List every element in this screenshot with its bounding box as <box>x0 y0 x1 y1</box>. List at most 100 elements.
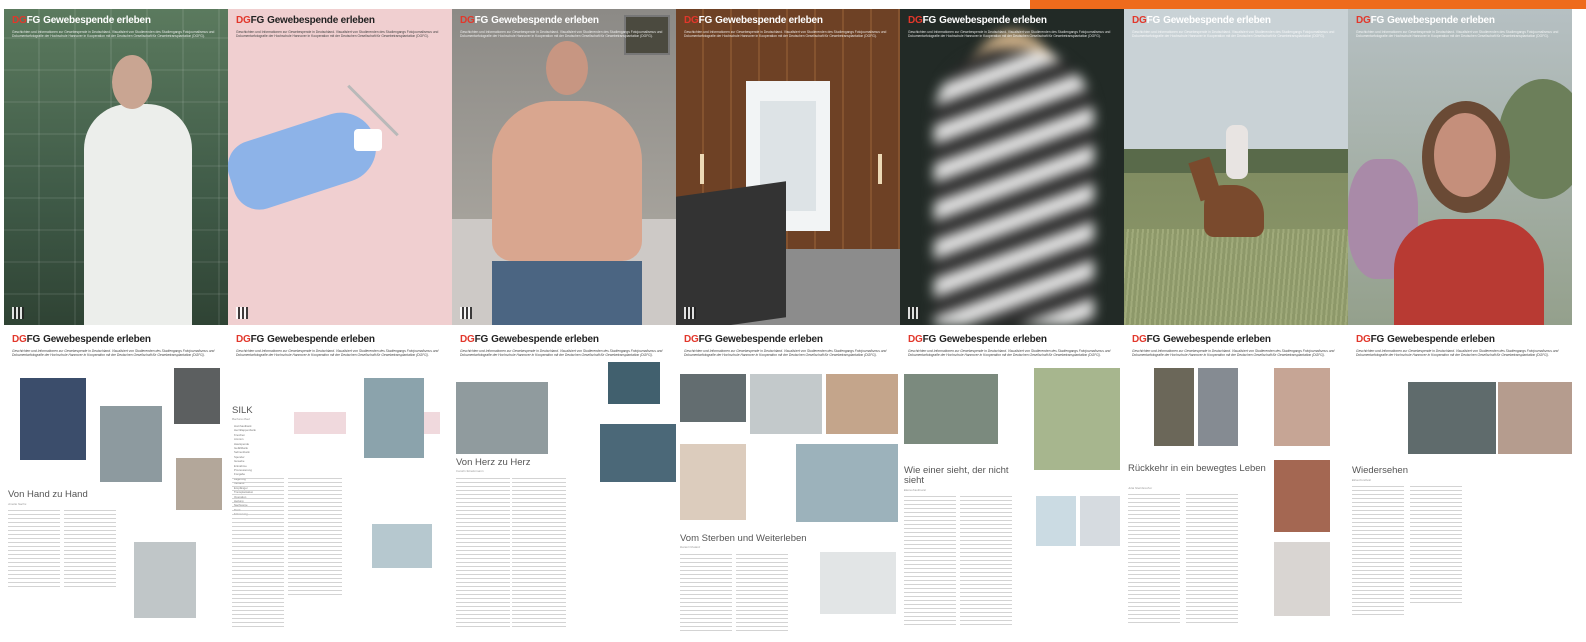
article-title: Wiedersehen <box>1352 465 1408 476</box>
article-body <box>232 478 284 628</box>
article-body <box>288 478 342 598</box>
accent-bar <box>1030 0 1586 9</box>
article-body <box>1128 494 1180 624</box>
article-photo <box>1080 496 1120 546</box>
article-title: Von Hand zu Hand <box>8 489 88 500</box>
article-page-4[interactable]: DGFG Gewebespende erleben Geschichten und… <box>676 328 900 642</box>
article-body <box>1186 494 1238 624</box>
article-photo <box>424 412 440 434</box>
article-body <box>1410 486 1462 606</box>
article-photo <box>680 444 746 520</box>
brand-header: DGFG Gewebespende erleben Geschichten und… <box>236 334 439 358</box>
cover-poster-7[interactable]: DGFG Gewebespende erleben Geschichten und… <box>1348 9 1572 325</box>
cover-poster-4[interactable]: DGFG Gewebespende erleben Geschichten und… <box>676 9 900 325</box>
candle-icon <box>700 154 704 184</box>
brand-header: DGFG Gewebespende erleben Geschichten und… <box>236 15 439 39</box>
article-author: Amelie Sachs <box>8 502 27 506</box>
article-author: Barbara Maul <box>232 417 251 421</box>
brand-header: DGFG Gewebespende erleben Geschichten und… <box>12 15 222 38</box>
article-body <box>64 510 116 590</box>
cover-poster-6[interactable]: DGFG Gewebespende erleben Geschichten und… <box>1124 9 1348 325</box>
brand-header: DGFG Gewebespende erleben Geschichten und… <box>460 15 663 39</box>
brand-header: DGFG Gewebespende erleben Geschichten und… <box>460 334 663 358</box>
glove-photo <box>228 103 386 217</box>
brand-header: DGFG Gewebespende erleben Geschichten und… <box>12 334 215 358</box>
qr-code-icon <box>460 307 472 319</box>
article-author: Julia Steinbrecher <box>1128 486 1153 490</box>
qr-code-icon <box>12 307 24 319</box>
article-photo <box>826 374 898 434</box>
article-photo <box>1198 368 1238 446</box>
article-author: Daniel Chatard <box>680 545 701 549</box>
brand-header: DGFG Gewebespende erleben Geschichten und… <box>1356 15 1559 39</box>
cover-poster-5[interactable]: DGFG Gewebespende erleben Geschichten und… <box>900 9 1124 325</box>
article-title: Rückkehr in ein bewegtes Leben <box>1128 463 1266 474</box>
article-photo <box>364 378 424 458</box>
article-photo <box>608 362 660 404</box>
article-photo <box>1036 496 1076 546</box>
blurred-woman-photo <box>934 49 1094 325</box>
poster-grid: DGFG Gewebespende erleben Geschichten und… <box>0 9 1586 642</box>
article-photo <box>134 542 196 618</box>
article-photo <box>1408 382 1496 454</box>
article-photo <box>294 412 346 434</box>
article-photo <box>372 524 432 568</box>
article-page-1[interactable]: DGFG Gewebespende erleben Geschichten und… <box>4 328 228 642</box>
article-body <box>456 478 510 628</box>
article-body <box>736 554 788 634</box>
article-title: Vom Sterben und Weiterleben <box>680 533 807 544</box>
article-photo <box>20 378 86 460</box>
article-photo <box>1274 542 1330 616</box>
article-title: Von Herz zu Herz <box>456 457 531 468</box>
cover-poster-1[interactable]: DGFG Gewebespende erleben Geschichten und… <box>4 9 228 325</box>
article-page-2[interactable]: DGFG Gewebespende erleben Geschichten und… <box>228 328 452 642</box>
article-photo <box>820 552 896 614</box>
article-author: Elena Kaufmann <box>904 488 927 492</box>
article-body <box>512 478 566 628</box>
article-photo <box>1034 368 1120 470</box>
article-photo <box>176 458 222 510</box>
article-photo <box>680 374 746 422</box>
article-title: SILK <box>232 405 253 416</box>
article-photo <box>174 368 220 424</box>
article-body <box>680 554 732 634</box>
article-photo <box>750 374 822 434</box>
article-photo <box>796 444 898 522</box>
woman-portrait-photo <box>1434 113 1496 197</box>
brand-header: DGFG Gewebespende erleben Geschichten und… <box>908 15 1111 39</box>
brand-subtitle: Geschichten und Informationen zur Gewebe… <box>12 30 215 39</box>
qr-code-icon <box>684 307 696 319</box>
man-photo <box>492 101 642 261</box>
article-page-6[interactable]: DGFG Gewebespende erleben Geschichten und… <box>1124 328 1348 642</box>
brand-header: DGFG Gewebespende erleben Geschichten und… <box>684 15 887 39</box>
article-body <box>8 510 60 590</box>
article-page-7[interactable]: DGFG Gewebespende erleben Geschichten und… <box>1348 328 1572 642</box>
article-photo <box>100 406 162 482</box>
article-page-5[interactable]: DGFG Gewebespende erleben Geschichten und… <box>900 328 1124 642</box>
horse-rider-photo <box>1204 185 1264 237</box>
article-body <box>960 496 1012 626</box>
doctor-photo <box>84 104 192 325</box>
article-photo <box>600 424 676 482</box>
brand-header: DGFG Gewebespende erleben Geschichten und… <box>908 334 1111 358</box>
article-photo <box>904 374 998 444</box>
article-page-3[interactable]: DGFG Gewebespende erleben Geschichten und… <box>452 328 676 642</box>
candle-icon <box>878 154 882 184</box>
article-title: Wie einer sieht, der nicht sieht <box>904 465 1009 486</box>
article-author: Carolin Sündermann <box>456 469 484 473</box>
cover-poster-3[interactable]: DGFG Gewebespende erleben Geschichten und… <box>452 9 676 325</box>
article-author: Elisa Kurzbein <box>1352 478 1372 482</box>
article-body <box>904 496 956 626</box>
article-photo <box>1154 368 1194 446</box>
article-photo <box>1274 460 1330 532</box>
qr-code-icon <box>236 307 248 319</box>
cover-poster-2[interactable]: DGFG Gewebespende erleben Geschichten und… <box>228 9 452 325</box>
article-photo <box>1498 382 1572 454</box>
article-photo <box>1274 368 1330 446</box>
qr-code-icon <box>908 307 920 319</box>
brand-header: DGFG Gewebespende erleben Geschichten und… <box>1132 15 1335 39</box>
brand-header: DGFG Gewebespende erleben Geschichten und… <box>684 334 887 358</box>
brand-header: DGFG Gewebespende erleben Geschichten und… <box>1356 334 1559 358</box>
brand-header: DGFG Gewebespende erleben Geschichten und… <box>1132 334 1335 358</box>
article-body <box>1352 486 1404 616</box>
